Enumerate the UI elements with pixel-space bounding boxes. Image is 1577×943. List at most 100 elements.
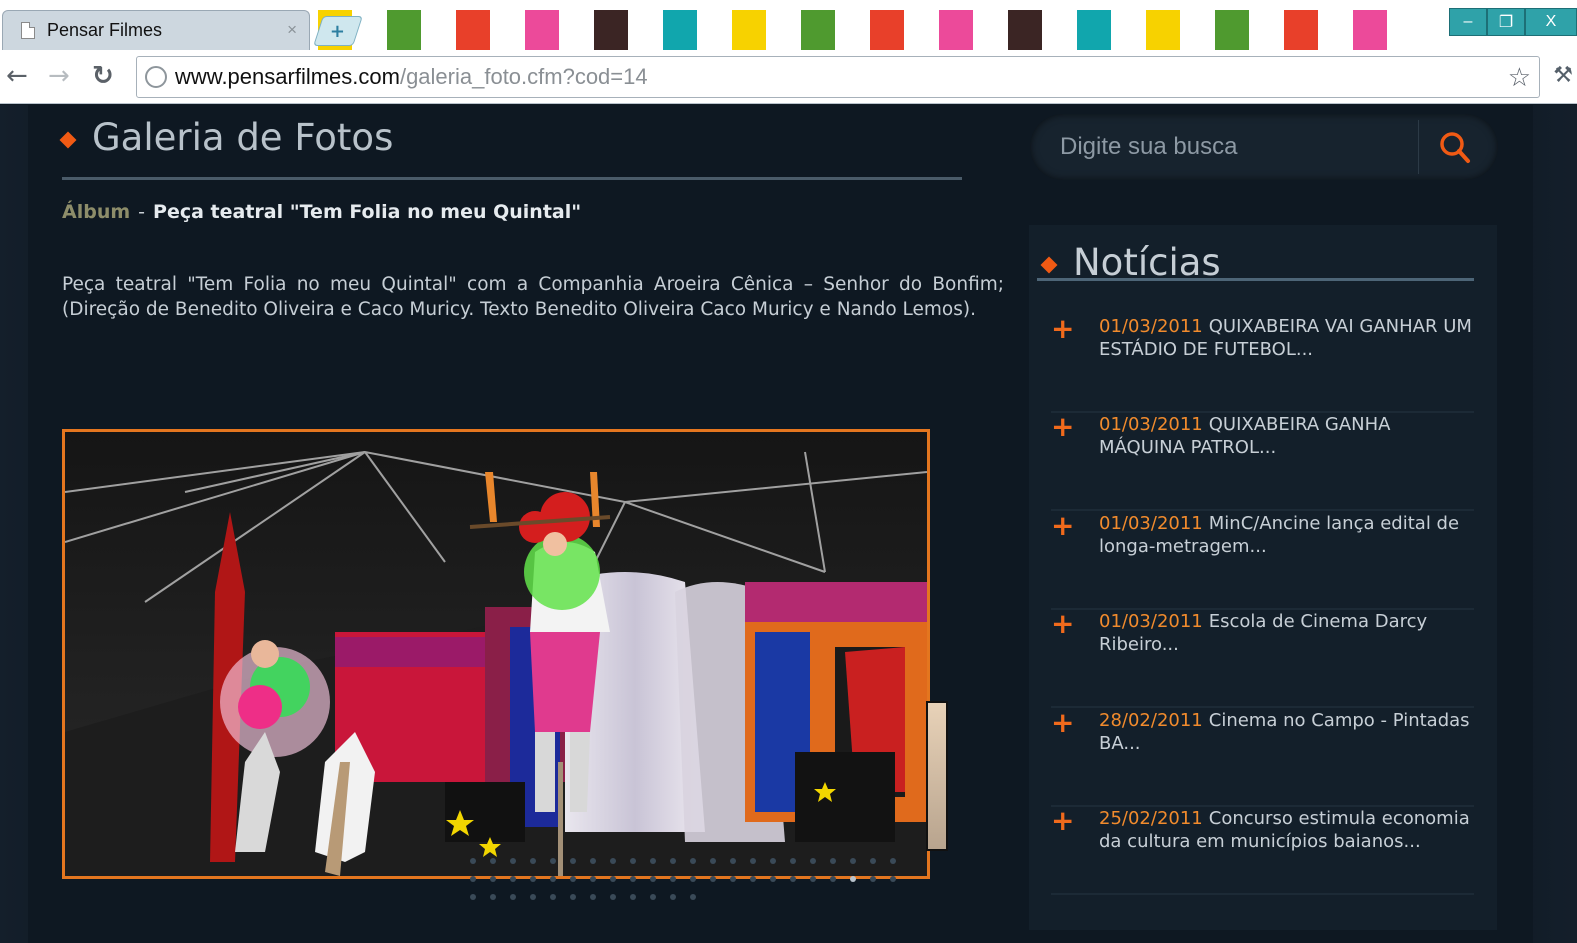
- pagination-dot[interactable]: [510, 894, 516, 900]
- news-item[interactable]: + 01/03/2011 Escola de Cinema Darcy Ribei…: [1051, 610, 1474, 708]
- forward-icon[interactable]: →: [48, 62, 70, 90]
- minimize-button[interactable]: –: [1449, 8, 1487, 36]
- address-bar[interactable]: www.pensarfilmes.com /galeria_foto.cfm?c…: [136, 56, 1540, 98]
- reload-icon[interactable]: ↻: [92, 62, 114, 90]
- pagination-dot[interactable]: [830, 876, 836, 882]
- plus-icon: +: [1051, 804, 1075, 837]
- next-photo-thumbnail[interactable]: [926, 701, 948, 851]
- photo-pagination-dots[interactable]: [470, 858, 910, 900]
- pagination-dot[interactable]: [610, 858, 616, 864]
- pagination-dot[interactable]: [590, 876, 596, 882]
- pagination-dot[interactable]: [850, 876, 856, 882]
- pagination-dot[interactable]: [850, 858, 856, 864]
- pagination-dot[interactable]: [710, 876, 716, 882]
- pagination-dot[interactable]: [630, 894, 636, 900]
- news-item[interactable]: + 01/03/2011 QUIXABEIRA GANHA MÁQUINA PAT…: [1051, 413, 1474, 511]
- pagination-dot[interactable]: [590, 894, 596, 900]
- pagination-dot[interactable]: [770, 858, 776, 864]
- pagination-dot[interactable]: [690, 876, 696, 882]
- diamond-bullet-icon: [1040, 256, 1058, 273]
- search-input[interactable]: [1060, 128, 1430, 166]
- pagination-dot[interactable]: [750, 858, 756, 864]
- search-button[interactable]: [1436, 128, 1476, 168]
- pagination-dot[interactable]: [530, 876, 536, 882]
- pagination-dot[interactable]: [530, 894, 536, 900]
- pagination-dot[interactable]: [490, 894, 496, 900]
- wrench-icon[interactable]: ⚒: [1553, 63, 1573, 88]
- pagination-dot[interactable]: [570, 876, 576, 882]
- pagination-dot[interactable]: [770, 876, 776, 882]
- pagination-dot[interactable]: [790, 876, 796, 882]
- pagination-dot[interactable]: [790, 858, 796, 864]
- pagination-dot[interactable]: [550, 876, 556, 882]
- pagination-dot[interactable]: [490, 876, 496, 882]
- pagination-dot[interactable]: [510, 876, 516, 882]
- stripe: [663, 10, 697, 50]
- back-icon[interactable]: ←: [6, 62, 28, 90]
- stripe: [801, 10, 835, 50]
- plus-icon: +: [1051, 312, 1075, 345]
- pagination-dot[interactable]: [650, 876, 656, 882]
- browser-tab[interactable]: Pensar Filmes ×: [2, 10, 310, 50]
- stripe: [870, 10, 904, 50]
- pagination-dot[interactable]: [810, 876, 816, 882]
- pagination-dot[interactable]: [470, 876, 476, 882]
- pagination-dot[interactable]: [610, 876, 616, 882]
- plus-icon: +: [1051, 410, 1075, 443]
- pagination-dot[interactable]: [510, 858, 516, 864]
- pagination-dot[interactable]: [890, 876, 896, 882]
- pagination-dot[interactable]: [730, 876, 736, 882]
- news-divider: [1037, 278, 1474, 281]
- diamond-bullet-icon: [59, 131, 77, 148]
- stripe: [1180, 10, 1215, 50]
- pagination-dot[interactable]: [670, 876, 676, 882]
- plus-icon: +: [1051, 706, 1075, 739]
- pagination-dot[interactable]: [570, 858, 576, 864]
- star-icon[interactable]: ☆: [1508, 63, 1531, 93]
- pagination-dot[interactable]: [550, 894, 556, 900]
- pagination-dot[interactable]: [890, 858, 896, 864]
- pagination-dot[interactable]: [470, 894, 476, 900]
- pagination-dot[interactable]: [470, 858, 476, 864]
- pagination-dot[interactable]: [710, 858, 716, 864]
- pagination-dot[interactable]: [490, 858, 496, 864]
- pagination-dot[interactable]: [730, 858, 736, 864]
- stripe: [1111, 10, 1146, 50]
- pagination-dot[interactable]: [530, 858, 536, 864]
- pagination-dot[interactable]: [870, 858, 876, 864]
- stripe: [421, 10, 456, 50]
- tab-title: Pensar Filmes: [47, 20, 163, 40]
- pagination-dot[interactable]: [670, 894, 676, 900]
- news-item[interactable]: + 01/03/2011 QUIXABEIRA VAI GANHAR UM EST…: [1051, 315, 1474, 413]
- stripe: [628, 10, 663, 50]
- pagination-dot[interactable]: [630, 858, 636, 864]
- pagination-dot[interactable]: [870, 876, 876, 882]
- search-icon: [1440, 132, 1470, 163]
- news-item[interactable]: + 25/02/2011 Concurso estimula economia d…: [1051, 807, 1474, 895]
- search-box: [1030, 114, 1498, 180]
- stripe: [1284, 10, 1318, 50]
- pagination-dot[interactable]: [690, 858, 696, 864]
- pagination-dot[interactable]: [650, 858, 656, 864]
- pagination-dot[interactable]: [690, 894, 696, 900]
- news-item[interactable]: + 01/03/2011 MinC/Ancine lança edital de …: [1051, 512, 1474, 610]
- plus-icon: +: [1051, 607, 1075, 640]
- pagination-dot[interactable]: [650, 894, 656, 900]
- pagination-dot[interactable]: [550, 858, 556, 864]
- page-icon: [21, 22, 35, 39]
- stripe: [904, 10, 939, 50]
- pagination-dot[interactable]: [570, 894, 576, 900]
- pagination-dot[interactable]: [750, 876, 756, 882]
- pagination-dot[interactable]: [630, 876, 636, 882]
- pagination-dot[interactable]: [830, 858, 836, 864]
- restore-button[interactable]: ❐: [1487, 8, 1525, 36]
- news-item[interactable]: + 28/02/2011 Cinema no Campo - Pintadas B…: [1051, 709, 1474, 807]
- close-window-button[interactable]: X: [1525, 8, 1577, 36]
- gallery-photo[interactable]: [62, 429, 930, 879]
- pagination-dot[interactable]: [670, 858, 676, 864]
- pagination-dot[interactable]: [810, 858, 816, 864]
- window-controls: – ❐ X: [1449, 8, 1577, 36]
- tab-close-button[interactable]: ×: [287, 20, 297, 40]
- pagination-dot[interactable]: [590, 858, 596, 864]
- pagination-dot[interactable]: [610, 894, 616, 900]
